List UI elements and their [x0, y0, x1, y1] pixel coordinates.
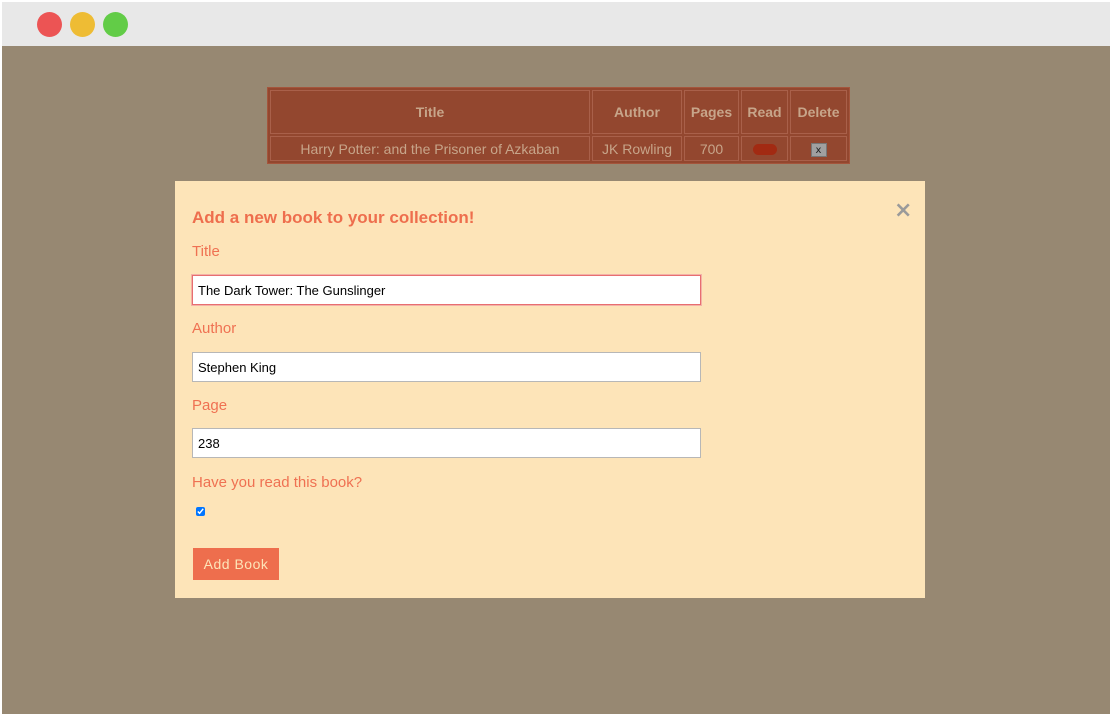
author-label: Author [192, 320, 237, 337]
page-input[interactable] [192, 428, 701, 458]
delete-book-button[interactable]: x [810, 142, 827, 157]
add-book-button[interactable]: Add Book [193, 548, 279, 580]
author-input[interactable] [192, 352, 701, 382]
book-author-cell: JK Rowling [592, 136, 682, 161]
book-read-cell [741, 136, 788, 161]
maximize-window-button[interactable] [103, 12, 128, 37]
table-row: Harry Potter: and the Prisoner of Azkaba… [270, 136, 847, 161]
read-toggle[interactable] [752, 144, 777, 156]
books-table: Title Author Pages Read Delete Harry Pot… [267, 87, 850, 164]
add-book-modal: × Add a new book to your collection! Tit… [175, 181, 925, 598]
header-delete: Delete [790, 90, 847, 134]
header-pages: Pages [684, 90, 739, 134]
book-pages-cell: 700 [684, 136, 739, 161]
minimize-window-button[interactable] [70, 12, 95, 37]
header-read: Read [741, 90, 788, 134]
table-header-row: Title Author Pages Read Delete [270, 90, 847, 134]
modal-heading: Add a new book to your collection! [192, 208, 475, 227]
read-question-label: Have you read this book? [192, 474, 363, 491]
window-titlebar [2, 2, 1110, 46]
page-label: Page [192, 397, 228, 414]
browser-window: Title Author Pages Read Delete Harry Pot… [2, 2, 1110, 714]
close-window-button[interactable] [37, 12, 62, 37]
close-icon[interactable]: × [894, 200, 912, 222]
header-title: Title [270, 90, 590, 134]
title-label: Title [192, 243, 220, 260]
title-input[interactable] [192, 275, 701, 305]
book-title-cell: Harry Potter: and the Prisoner of Azkaba… [270, 136, 590, 161]
read-checkbox[interactable] [196, 507, 205, 516]
header-author: Author [592, 90, 682, 134]
book-delete-cell: x [790, 136, 847, 161]
